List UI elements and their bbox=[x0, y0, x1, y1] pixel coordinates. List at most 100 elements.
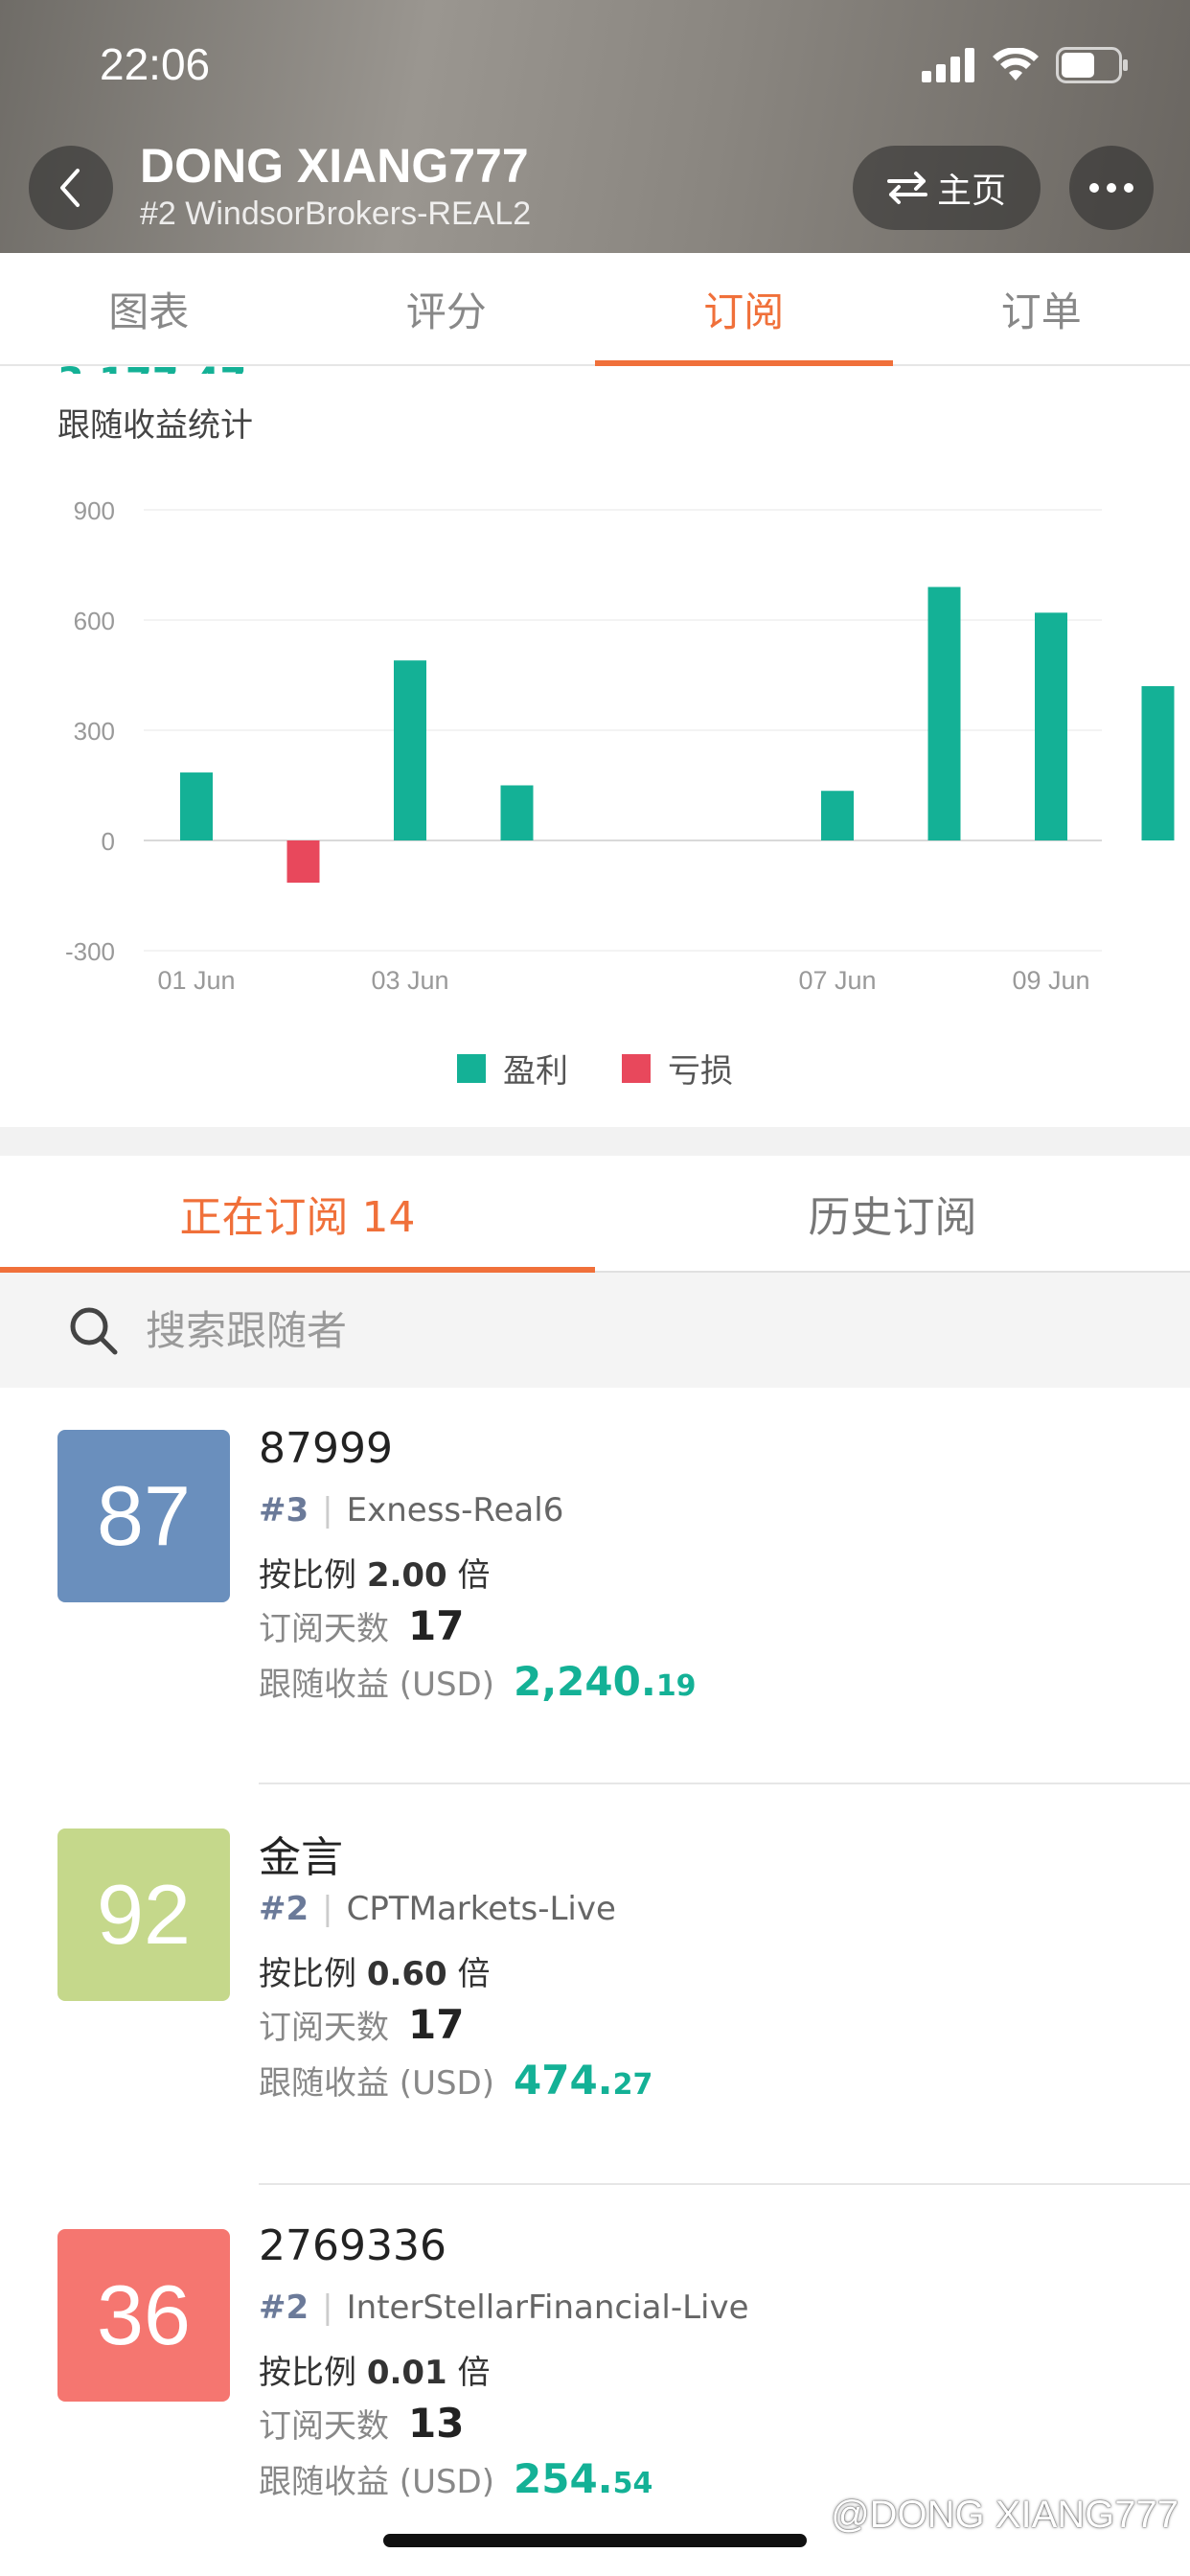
x-tick-label: 03 Jun bbox=[371, 966, 448, 995]
profit-integer: 254. bbox=[514, 2455, 613, 2502]
chart-section-title: 跟随收益统计 bbox=[57, 406, 253, 445]
subscription-tabs: 正在订阅 14 历史订阅 bbox=[0, 1156, 1190, 1273]
profit-decimal: 19 bbox=[655, 1669, 697, 1703]
back-button[interactable] bbox=[29, 146, 113, 230]
more-dot-icon bbox=[1107, 183, 1116, 193]
profit-value: 254.54 bbox=[514, 2455, 652, 2502]
separator: | bbox=[322, 1491, 333, 1530]
broker-name: InterStellarFinancial-Live bbox=[346, 2288, 749, 2327]
follower-name: 金言 bbox=[259, 1833, 343, 1882]
status-time: 22:06 bbox=[100, 39, 211, 89]
status-icons bbox=[922, 46, 1129, 84]
swap-icon bbox=[886, 172, 927, 204]
follower-profit: 跟随收益 (USD) 254.54 bbox=[259, 2455, 652, 2502]
separator: | bbox=[322, 2288, 333, 2327]
days-label: 订阅天数 bbox=[259, 2407, 389, 2446]
follower-broker: #3 | Exness-Real6 bbox=[259, 1491, 563, 1530]
page-subtitle: #2 WindsorBrokers-REAL2 bbox=[140, 196, 532, 232]
profit-bar bbox=[394, 660, 426, 840]
main-tabs: 图表 评分 订阅 订单 bbox=[0, 253, 1190, 366]
row-divider bbox=[259, 1782, 1190, 1784]
home-button[interactable]: 主页 bbox=[853, 146, 1041, 230]
profit-bar-chart: 9006003000-30001 Jun03 Jun07 Jun09 Jun11… bbox=[65, 496, 1175, 995]
total-profit-value: 3,177.47 bbox=[57, 360, 246, 374]
legend-item-profit[interactable]: 盈利 bbox=[457, 1045, 568, 1092]
follower-ratio: 按比例 2.00 倍 bbox=[259, 1549, 491, 1596]
watermark: @DONG XIANG777 bbox=[831, 2494, 1179, 2536]
ratio-label: 按比例 bbox=[259, 2354, 356, 2392]
profit-label: 跟随收益 (USD) bbox=[259, 1666, 494, 1704]
tab-subscription[interactable]: 订阅 bbox=[595, 253, 893, 366]
tab-rating[interactable]: 评分 bbox=[298, 253, 596, 364]
search-icon bbox=[70, 1307, 118, 1355]
search-input[interactable] bbox=[146, 1306, 1008, 1354]
profit-bar bbox=[500, 785, 534, 840]
days-value: 17 bbox=[408, 2001, 465, 2048]
ratio-unit: 倍 bbox=[457, 1955, 491, 1993]
page-title: DONG XIANG777 bbox=[140, 139, 529, 193]
chart-legend: 盈利 亏损 bbox=[0, 1045, 1190, 1092]
app-screen: ​ 22:06 DONG XIAN bbox=[0, 0, 1190, 2576]
profit-bar bbox=[180, 772, 213, 840]
follower-broker: #2 | CPTMarkets-Live bbox=[259, 1890, 616, 1928]
separator: | bbox=[322, 1890, 333, 1928]
x-tick-label: 09 Jun bbox=[1012, 966, 1089, 995]
profit-value: 2,240.19 bbox=[514, 1658, 697, 1705]
follower-days: 订阅天数 17 bbox=[259, 1602, 464, 1649]
y-tick-label: -300 bbox=[65, 937, 115, 966]
profit-decimal: 27 bbox=[612, 2068, 653, 2102]
follower-broker: #2 | InterStellarFinancial-Live bbox=[259, 2288, 749, 2327]
follower-ratio: 按比例 0.01 倍 bbox=[259, 2346, 491, 2393]
follower-name: 87999 bbox=[259, 1424, 393, 1473]
y-tick-label: 600 bbox=[74, 607, 115, 635]
profit-integer: 474. bbox=[514, 2057, 613, 2104]
follower-days: 订阅天数 13 bbox=[259, 2400, 464, 2447]
home-indicator[interactable] bbox=[383, 2534, 807, 2547]
battery-icon bbox=[1056, 47, 1128, 83]
follower-profit: 跟随收益 (USD) 474.27 bbox=[259, 2057, 652, 2104]
broker-rank: #2 bbox=[259, 2288, 309, 2327]
days-label: 订阅天数 bbox=[259, 2009, 389, 2047]
broker-name: CPTMarkets-Live bbox=[346, 1890, 616, 1928]
legend-swatch-loss bbox=[622, 1053, 651, 1083]
more-dot-icon bbox=[1089, 183, 1099, 193]
legend-label-loss: 亏损 bbox=[668, 1052, 733, 1091]
list-item[interactable]: 87 87999 #3 | Exness-Real6 按比例 2.00 倍 订阅… bbox=[0, 1388, 1190, 1786]
profit-bar bbox=[1141, 686, 1175, 840]
legend-swatch-profit bbox=[457, 1053, 486, 1083]
score-badge: 36 bbox=[57, 2229, 230, 2402]
profit-integer: 2,240. bbox=[514, 1658, 656, 1705]
tab-current-subscriptions[interactable]: 正在订阅 14 bbox=[0, 1156, 595, 1273]
days-label: 订阅天数 bbox=[259, 1610, 389, 1648]
ratio-label: 按比例 bbox=[259, 1556, 356, 1595]
ratio-value: 2.00 bbox=[366, 1556, 447, 1595]
profit-value: 474.27 bbox=[514, 2057, 652, 2104]
follower-name: 2769336 bbox=[259, 2221, 446, 2270]
y-tick-label: 300 bbox=[74, 717, 115, 746]
tab-history-subscriptions[interactable]: 历史订阅 bbox=[595, 1156, 1190, 1271]
legend-item-loss[interactable]: 亏损 bbox=[622, 1045, 733, 1092]
x-tick-label: 07 Jun bbox=[798, 966, 876, 995]
ratio-label: 按比例 bbox=[259, 1955, 356, 1993]
tab-orders[interactable]: 订单 bbox=[893, 253, 1190, 364]
legend-label-profit: 盈利 bbox=[503, 1052, 568, 1091]
profile-header: ​ 22:06 DONG XIAN bbox=[0, 0, 1190, 253]
profit-label: 跟随收益 (USD) bbox=[259, 2064, 494, 2103]
ratio-unit: 倍 bbox=[457, 1556, 491, 1595]
y-tick-label: 0 bbox=[102, 827, 115, 856]
ratio-unit: 倍 bbox=[457, 2354, 491, 2392]
profit-decimal: 54 bbox=[612, 2467, 653, 2500]
follower-days: 订阅天数 17 bbox=[259, 2001, 464, 2048]
score-badge: 87 bbox=[57, 1430, 230, 1602]
profit-label: 跟随收益 (USD) bbox=[259, 2463, 494, 2501]
home-button-label: 主页 bbox=[936, 172, 1006, 211]
follower-profit: 跟随收益 (USD) 2,240.19 bbox=[259, 1658, 697, 1705]
more-dot-icon bbox=[1124, 183, 1133, 193]
loss-bar bbox=[286, 840, 320, 884]
more-button[interactable] bbox=[1069, 146, 1154, 230]
days-value: 13 bbox=[408, 2400, 465, 2447]
ratio-value: 0.01 bbox=[366, 2354, 447, 2392]
chevron-left-icon bbox=[60, 169, 80, 207]
list-item[interactable]: 92 金言 #2 | CPTMarkets-Live 按比例 0.60 倍 订阅… bbox=[0, 1786, 1190, 2185]
tab-chart[interactable]: 图表 bbox=[0, 253, 298, 364]
